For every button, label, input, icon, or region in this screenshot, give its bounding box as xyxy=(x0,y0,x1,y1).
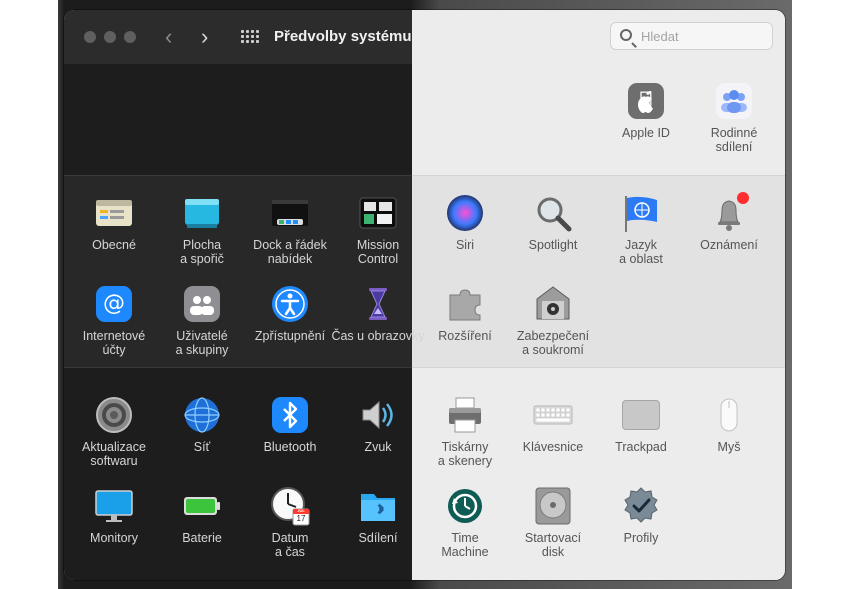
search-field[interactable] xyxy=(610,22,773,50)
pref-spotlight[interactable]: Spotlight xyxy=(509,192,597,252)
sound-icon xyxy=(357,394,399,436)
pref-bluetooth[interactable]: Bluetooth xyxy=(246,394,334,454)
printer-icon xyxy=(444,394,486,436)
pref-apple-id[interactable]:  Apple ID xyxy=(602,80,690,140)
pref-dock-menubar[interactable]: Dock a řádek nabídek xyxy=(246,192,334,266)
pref-mouse[interactable]: Myš xyxy=(685,394,773,454)
extensions-icon xyxy=(444,283,486,325)
system-preferences-window: ‹ › Předvolby systému  Apple ID xyxy=(64,10,785,580)
close-button[interactable] xyxy=(84,31,96,43)
search-icon xyxy=(620,29,632,41)
apple-icon:  xyxy=(625,80,667,122)
dock-menubar-icon xyxy=(269,192,311,234)
accessibility-icon xyxy=(269,283,311,325)
pref-general[interactable]: Obecné xyxy=(70,192,158,252)
pref-internet-accounts[interactable]: @ Internetové účty xyxy=(70,283,158,357)
pref-mission-control[interactable]: Mission Control xyxy=(334,192,422,266)
pref-notifications[interactable]: Oznámení xyxy=(685,192,773,252)
spotlight-icon xyxy=(532,192,574,234)
profiles-icon xyxy=(620,485,662,527)
date-time-icon: JUL 17 xyxy=(269,485,311,527)
backdrop xyxy=(792,0,850,589)
section-divider xyxy=(64,367,785,368)
title-bar: ‹ › Předvolby systému xyxy=(64,10,785,64)
forward-chevron-icon[interactable]: › xyxy=(201,24,208,50)
general-icon xyxy=(93,192,135,234)
battery-icon xyxy=(181,485,223,527)
users-groups-icon xyxy=(181,283,223,325)
security-privacy-icon xyxy=(532,283,574,325)
siri-icon xyxy=(444,192,486,234)
zoom-button[interactable] xyxy=(124,31,136,43)
pref-time-machine[interactable]: Time Machine xyxy=(421,485,509,559)
display-icon xyxy=(93,485,135,527)
pref-sharing[interactable]: Sdílení xyxy=(334,485,422,545)
software-update-icon xyxy=(93,394,135,436)
pref-profiles[interactable]: Profily xyxy=(597,485,685,545)
pref-screen-time[interactable]: Čas u obrazovky xyxy=(331,283,425,343)
pref-extensions[interactable]: Rozšíření xyxy=(421,283,509,343)
language-region-icon xyxy=(620,192,662,234)
backdrop xyxy=(0,0,60,589)
internet-accounts-icon: @ xyxy=(93,283,135,325)
pref-printers-scanners[interactable]: Tiskárny a skenery xyxy=(421,394,509,468)
pref-desktop-screensaver[interactable]: Plocha a spořič xyxy=(158,192,246,266)
notifications-icon xyxy=(708,192,750,234)
pref-date-time[interactable]: JUL 17 Datum a čas xyxy=(246,485,334,559)
pref-startup-disk[interactable]: Startovací disk xyxy=(509,485,597,559)
back-chevron-icon[interactable]: ‹ xyxy=(165,24,172,50)
pref-language-region[interactable]: Jazyk a oblast xyxy=(597,192,685,266)
search-input[interactable] xyxy=(641,27,766,45)
screen-time-icon xyxy=(357,283,399,325)
section-divider xyxy=(64,175,785,176)
minimize-button[interactable] xyxy=(104,31,116,43)
trackpad-icon xyxy=(620,394,662,436)
pref-security-privacy[interactable]: Zabezpečení a soukromí xyxy=(509,283,597,357)
pref-family-sharing[interactable]: Rodinné sdílení xyxy=(690,80,778,154)
window-title: Předvolby systému xyxy=(274,28,412,45)
pref-sound[interactable]: Zvuk xyxy=(334,394,422,454)
pref-network[interactable]: Síť xyxy=(158,394,246,454)
bluetooth-icon xyxy=(269,394,311,436)
pref-displays[interactable]: Monitory xyxy=(70,485,158,545)
time-machine-icon xyxy=(444,485,486,527)
startup-disk-icon xyxy=(532,485,574,527)
pref-battery[interactable]: Baterie xyxy=(158,485,246,545)
pref-siri[interactable]: Siri xyxy=(421,192,509,252)
mission-control-icon xyxy=(357,192,399,234)
pref-software-update[interactable]: Aktualizace softwaru xyxy=(70,394,158,468)
pref-users-groups[interactable]: Uživatelé a skupiny xyxy=(158,283,246,357)
pref-keyboard[interactable]: Klávesnice xyxy=(509,394,597,454)
pref-trackpad[interactable]: Trackpad xyxy=(597,394,685,454)
family-sharing-icon xyxy=(713,80,755,122)
desktop-screensaver-icon xyxy=(181,192,223,234)
calendar-day: 17 xyxy=(296,514,306,523)
sharing-icon xyxy=(357,485,399,527)
keyboard-icon xyxy=(532,394,574,436)
network-icon xyxy=(181,394,223,436)
notification-badge xyxy=(737,192,749,204)
mouse-icon xyxy=(708,394,750,436)
show-all-grid-icon[interactable] xyxy=(241,30,259,44)
